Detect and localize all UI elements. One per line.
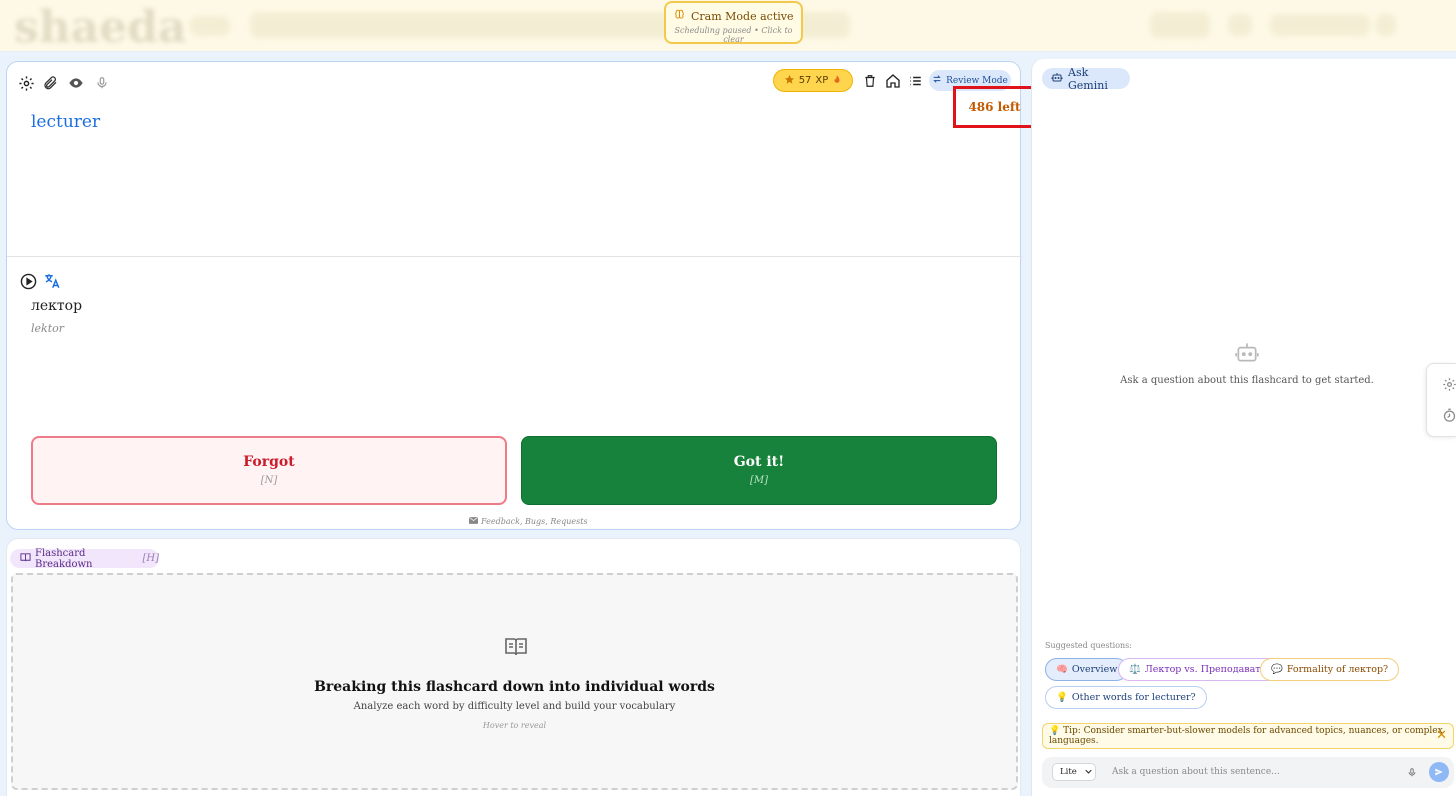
cram-mode-title: Cram Mode active (691, 10, 794, 23)
scales-icon: ⚖️ (1129, 664, 1141, 675)
suggested-chip-formality[interactable]: 💬 Formality of лектор? (1260, 658, 1400, 681)
close-icon[interactable]: ✕ (1436, 728, 1447, 743)
send-button[interactable] (1429, 762, 1449, 782)
forgot-label: Forgot (243, 454, 295, 470)
swap-icon (932, 74, 942, 87)
assistant-empty-hint: Ask a question about this flashcard to g… (1120, 375, 1374, 386)
tip-banner: 💡 Tip: Consider smarter-but-slower model… (1042, 723, 1454, 749)
brain-icon (674, 9, 689, 23)
cram-mode-subtitle: Scheduling paused • Click to clear (674, 26, 793, 44)
ask-gemini-button[interactable]: Ask Gemini (1042, 65, 1130, 92)
home-icon[interactable] (884, 72, 901, 89)
blurred-nav-item (1228, 14, 1252, 36)
model-select[interactable]: Lite (1052, 763, 1096, 781)
suggested-chip-synonyms[interactable]: 💡 Other words for lecturer? (1045, 686, 1207, 709)
chip-label: Other words for lecturer? (1071, 692, 1196, 703)
model-value: Lite (1060, 767, 1077, 777)
robot-icon (1233, 339, 1261, 369)
suggested-chip-overview[interactable]: 🧠 Overview (1045, 658, 1129, 681)
chevron-down-icon (1085, 767, 1092, 777)
flashcard-term: lecturer (31, 112, 101, 132)
microphone-icon[interactable] (93, 74, 111, 92)
card-header-actions (861, 72, 924, 89)
breakdown-hover-hint: Hover to reveal (482, 721, 547, 730)
side-settings-tab (1426, 363, 1456, 437)
flashcard-translation: лектор (31, 298, 83, 314)
xp-value: 57 (798, 75, 812, 86)
trash-icon[interactable] (861, 72, 878, 89)
app-logo[interactable]: shaeda (14, 2, 187, 53)
gear-icon[interactable] (17, 74, 35, 92)
mail-icon (469, 517, 478, 526)
flashcard-breakdown-tab[interactable]: Flashcard Breakdown [H] (10, 547, 159, 570)
blurred-nav-item (190, 16, 230, 36)
translate-icon[interactable] (43, 272, 61, 290)
got-it-label: Got it! (733, 454, 785, 470)
blurred-nav-item (1376, 14, 1396, 36)
card-toolbar (17, 74, 111, 92)
flashcard-panel: 57 XP Review Mode 486 left lecturer лект… (6, 61, 1036, 530)
top-bar: shaeda Cram Mode active Scheduling pause… (0, 0, 1456, 53)
ask-gemini-label: Ask Gemini (1068, 65, 1108, 92)
play-icon[interactable] (19, 272, 37, 290)
open-book-icon (503, 635, 529, 663)
book-icon (20, 552, 31, 566)
gear-icon[interactable] (1441, 376, 1456, 392)
cram-mode-badge[interactable]: Cram Mode active Scheduling paused • Cli… (664, 1, 803, 44)
chat-input[interactable] (1112, 763, 1402, 781)
feedback-link[interactable]: Feedback, Bugs, Requests (469, 517, 588, 526)
review-mode-label: Review Mode (946, 75, 1008, 86)
microphone-icon[interactable] (1404, 764, 1420, 780)
robot-icon (1051, 71, 1063, 86)
timer-icon[interactable] (1441, 407, 1456, 423)
forgot-shortcut: [N] (260, 475, 278, 486)
breakdown-subtitle: Analyze each word by difficulty level an… (353, 701, 676, 712)
eye-icon[interactable] (65, 74, 87, 92)
lightbulb-icon: 💡 (1056, 692, 1068, 703)
card-divider (7, 256, 1022, 257)
feedback-label: Feedback, Bugs, Requests (481, 517, 588, 526)
xp-badge[interactable]: 57 XP (773, 69, 853, 92)
suggested-questions-label: Suggested questions: (1045, 641, 1132, 650)
breakdown-reveal-area[interactable]: Breaking this flashcard down into indivi… (11, 573, 1018, 790)
speech-bubble-icon: 💬 (1271, 664, 1283, 675)
chip-label: Overview (1071, 664, 1118, 675)
list-icon[interactable] (907, 72, 924, 89)
blurred-nav-item (1270, 14, 1370, 36)
translation-toolbar (19, 272, 61, 290)
blurred-nav-item (1150, 12, 1210, 38)
assistant-panel: Ask Gemini Ask a question about this fla… (1031, 59, 1456, 796)
flashcard-breakdown-panel: Flashcard Breakdown [H] Breaking this fl… (6, 538, 1021, 796)
flashcard-transliteration: lektor (31, 322, 64, 335)
tip-text: 💡 Tip: Consider smarter-but-slower model… (1049, 726, 1443, 746)
chip-label: Formality of лектор? (1286, 664, 1389, 675)
paperclip-icon[interactable] (41, 74, 59, 92)
got-it-button[interactable]: Got it! [M] (521, 436, 997, 505)
chat-input-bar: Lite (1042, 757, 1454, 788)
breakdown-tab-label: Flashcard Breakdown (35, 547, 93, 570)
breakdown-title: Breaking this flashcard down into indivi… (314, 679, 715, 695)
xp-label: XP (815, 75, 829, 86)
forgot-button[interactable]: Forgot [N] (31, 436, 507, 505)
brain-icon: 🧠 (1056, 664, 1068, 675)
cards-remaining: 486 left (953, 86, 1036, 128)
star-icon (784, 74, 795, 88)
got-it-shortcut: [M] (749, 475, 769, 486)
breakdown-shortcut: [H] (142, 553, 159, 564)
fire-icon (832, 74, 842, 88)
